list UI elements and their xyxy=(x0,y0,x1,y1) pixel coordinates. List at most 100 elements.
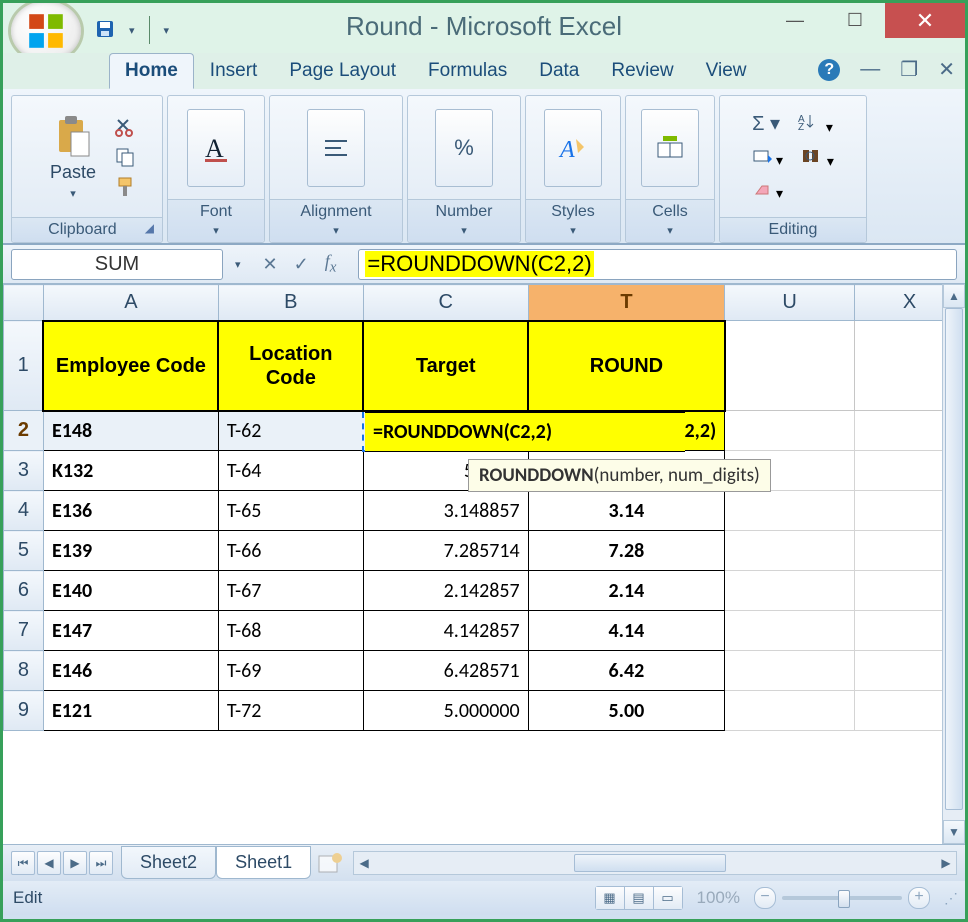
cell-employee[interactable]: E147 xyxy=(43,611,218,651)
number-dropdown-icon[interactable]: ▾ xyxy=(461,225,467,237)
tab-review[interactable]: Review xyxy=(595,53,689,89)
cell[interactable] xyxy=(725,651,855,691)
clipboard-launcher-icon[interactable]: ◢ xyxy=(145,221,154,235)
cell-location[interactable]: T-62 xyxy=(218,411,363,451)
save-icon[interactable] xyxy=(95,19,115,42)
row-header[interactable]: 2 xyxy=(4,411,44,451)
cell-round[interactable]: 6.42 xyxy=(528,651,725,691)
find-icon[interactable]: ▾ xyxy=(801,146,834,170)
select-all-corner[interactable] xyxy=(4,285,44,321)
column-header[interactable]: U xyxy=(725,285,855,321)
cell-round[interactable]: 7.28 xyxy=(528,531,725,571)
header-target[interactable]: Target xyxy=(363,321,528,411)
close-button[interactable]: ✕ xyxy=(885,3,965,38)
name-box[interactable]: SUM xyxy=(11,249,223,280)
cell-target[interactable]: 7.285714 xyxy=(363,531,528,571)
tab-insert[interactable]: Insert xyxy=(194,53,274,89)
cell-location[interactable]: T-68 xyxy=(218,611,363,651)
row-header[interactable]: 7 xyxy=(4,611,44,651)
format-painter-icon[interactable] xyxy=(114,176,136,198)
vscroll-thumb[interactable] xyxy=(945,308,963,810)
cell-target[interactable]: 6.428571 xyxy=(363,651,528,691)
sort-filter-icon[interactable]: AZ ▾ xyxy=(798,112,833,136)
cell-target[interactable]: 4.142857 xyxy=(363,611,528,651)
styles-dropdown-icon[interactable]: ▾ xyxy=(570,225,576,237)
autosum-icon[interactable]: Σ ▾ xyxy=(752,111,780,136)
styles-button[interactable]: A xyxy=(544,109,602,187)
cell[interactable] xyxy=(725,321,855,411)
cell-round[interactable]: 3.14 xyxy=(528,491,725,531)
tab-prev-icon[interactable]: ◀ xyxy=(37,851,61,875)
scroll-down-icon[interactable]: ▼ xyxy=(943,820,965,844)
paste-button[interactable]: Paste ▾ xyxy=(38,114,108,200)
qat-dropdown-icon[interactable]: ▾ xyxy=(129,24,135,37)
cell[interactable] xyxy=(725,531,855,571)
fill-icon[interactable]: ▾ xyxy=(752,147,783,169)
tab-view[interactable]: View xyxy=(690,53,763,89)
cell-employee[interactable]: E121 xyxy=(43,691,218,731)
inline-formula-overlay[interactable]: =ROUNDDOWN(C2,2) xyxy=(365,412,685,452)
header-location-code[interactable]: Location Code xyxy=(218,321,363,411)
page-break-view-icon[interactable]: ▭ xyxy=(654,887,682,909)
column-header[interactable]: A xyxy=(43,285,218,321)
cell-round[interactable]: 5.00 xyxy=(528,691,725,731)
cell-location[interactable]: T-65 xyxy=(218,491,363,531)
qat-customize-icon[interactable]: ▾ xyxy=(164,24,170,37)
new-sheet-icon[interactable] xyxy=(317,852,345,874)
sheet-tab-sheet2[interactable]: Sheet2 xyxy=(121,846,216,879)
cells-button[interactable] xyxy=(641,109,699,187)
vertical-scrollbar[interactable]: ▲ ▼ xyxy=(942,284,965,844)
cell-location[interactable]: T-67 xyxy=(218,571,363,611)
cell-round[interactable]: 4.14 xyxy=(528,611,725,651)
font-dropdown-icon[interactable]: ▾ xyxy=(213,225,219,237)
cell-target[interactable]: 5.000000 xyxy=(363,691,528,731)
tab-last-icon[interactable]: ⏭ xyxy=(89,851,113,875)
cell[interactable] xyxy=(725,691,855,731)
cell-target[interactable]: 2.142857 xyxy=(363,571,528,611)
cell-employee[interactable]: E136 xyxy=(43,491,218,531)
cell-employee[interactable]: E140 xyxy=(43,571,218,611)
row-header[interactable]: 4 xyxy=(4,491,44,531)
sheet-tab-sheet1[interactable]: Sheet1 xyxy=(216,846,311,879)
doc-close-button[interactable]: ✕ xyxy=(938,57,955,82)
hscroll-thumb[interactable] xyxy=(574,854,726,872)
cell-location[interactable]: T-66 xyxy=(218,531,363,571)
cells-dropdown-icon[interactable]: ▾ xyxy=(667,225,673,237)
maximize-button[interactable]: ☐ xyxy=(825,3,885,38)
cut-icon[interactable] xyxy=(114,116,136,138)
normal-view-icon[interactable]: ▦ xyxy=(596,887,625,909)
zoom-out-button[interactable]: − xyxy=(754,887,776,909)
tab-next-icon[interactable]: ▶ xyxy=(63,851,87,875)
cell-location[interactable]: T-72 xyxy=(218,691,363,731)
column-header[interactable]: C xyxy=(363,285,528,321)
row-header[interactable]: 9 xyxy=(4,691,44,731)
doc-minimize-button[interactable]: — xyxy=(860,58,880,81)
worksheet-grid[interactable]: ABCTUX 1 Employee Code Location Code Tar… xyxy=(3,284,965,844)
copy-icon[interactable] xyxy=(114,146,136,168)
cell[interactable] xyxy=(725,491,855,531)
header-employee-code[interactable]: Employee Code xyxy=(43,321,218,411)
namebox-dropdown-icon[interactable]: ▾ xyxy=(235,258,241,271)
zoom-in-button[interactable]: + xyxy=(908,887,930,909)
column-header[interactable]: T xyxy=(528,285,725,321)
cell-target[interactable]: 3.148857 xyxy=(363,491,528,531)
tab-formulas[interactable]: Formulas xyxy=(412,53,523,89)
minimize-button[interactable]: — xyxy=(765,3,825,38)
cell-employee[interactable]: E139 xyxy=(43,531,218,571)
tab-data[interactable]: Data xyxy=(523,53,595,89)
scroll-left-icon[interactable]: ◀ xyxy=(354,856,374,870)
row-header[interactable]: 5 xyxy=(4,531,44,571)
header-round[interactable]: ROUND xyxy=(528,321,725,411)
formula-input[interactable]: =ROUNDDOWN(C2,2) xyxy=(358,249,957,280)
cell-location[interactable]: T-69 xyxy=(218,651,363,691)
cell[interactable] xyxy=(725,411,855,451)
tab-page-layout[interactable]: Page Layout xyxy=(273,53,412,89)
row-header[interactable]: 1 xyxy=(4,321,44,411)
clear-icon[interactable]: ▾ xyxy=(752,180,783,202)
help-icon[interactable]: ? xyxy=(818,59,840,81)
cell-employee[interactable]: E146 xyxy=(43,651,218,691)
cell-round[interactable]: 2.14 xyxy=(528,571,725,611)
zoom-slider-thumb[interactable] xyxy=(838,890,850,908)
horizontal-scrollbar[interactable]: ◀ ▶ xyxy=(353,851,957,875)
cell-location[interactable]: T-64 xyxy=(218,451,363,491)
